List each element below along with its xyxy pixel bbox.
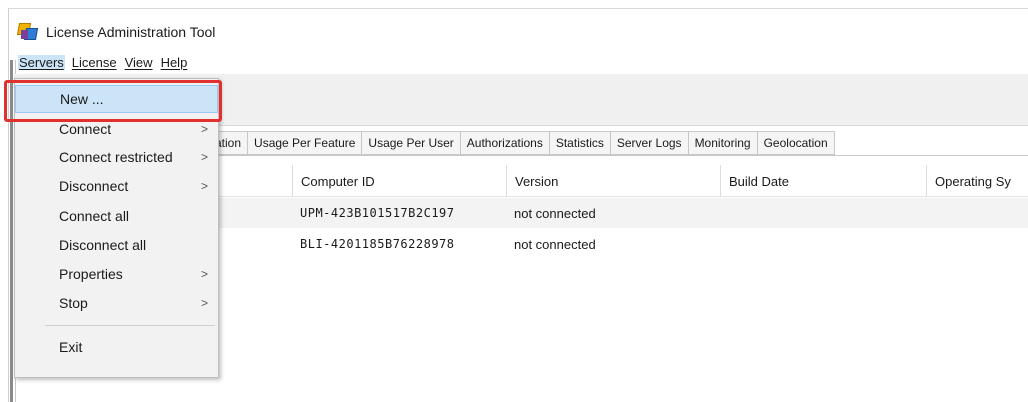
title-bar: License Administration Tool	[16, 20, 216, 44]
menu-item-connect-all[interactable]: Connect all	[15, 202, 218, 230]
table-cell-version: not connected	[514, 205, 596, 221]
menu-bar: Servers License View Help	[14, 52, 188, 72]
menu-help[interactable]: Help	[160, 55, 189, 70]
menu-item-label: Properties	[59, 266, 123, 282]
menu-separator	[45, 325, 215, 326]
menu-item-connect-restricted[interactable]: Connect restricted >	[15, 143, 218, 171]
tab-usage-per-user[interactable]: Usage Per User	[362, 131, 461, 155]
menu-item-label: Connect	[59, 121, 112, 137]
menu-item-label: Stop	[59, 295, 88, 311]
table-cell-version: not connected	[514, 236, 596, 252]
menu-item-exit[interactable]: Exit	[15, 333, 218, 361]
menu-item-label: Exit	[59, 339, 83, 355]
app-logo-icon	[16, 23, 39, 41]
tab-strip: ation Usage Per Feature Usage Per User A…	[208, 131, 835, 155]
servers-menu: New ... Connect > Connect restricted > D…	[14, 78, 219, 378]
table-cell-operating-system	[926, 229, 1028, 259]
menu-view[interactable]: View	[124, 55, 154, 70]
tab-statistics[interactable]: Statistics	[549, 131, 611, 155]
submenu-arrow-icon: >	[200, 296, 208, 310]
menu-item-disconnect[interactable]: Disconnect >	[15, 172, 218, 200]
highlight-callout-box	[4, 80, 222, 122]
window-title: License Administration Tool	[46, 24, 216, 40]
menu-item-label: Disconnect	[59, 178, 129, 194]
menu-item-stop[interactable]: Stop >	[15, 289, 218, 317]
tab-geolocation[interactable]: Geolocation	[757, 131, 835, 155]
menu-item-disconnect-all[interactable]: Disconnect all	[15, 231, 218, 259]
column-header-build-date[interactable]: Build Date	[720, 165, 926, 197]
menu-item-label: Connect restricted	[59, 149, 173, 165]
table-cell-computer-id: BLI-4201185B76228978	[300, 237, 455, 251]
table-cell-computer-id: UPM-423B101517B2C197	[300, 206, 455, 220]
submenu-arrow-icon: >	[200, 122, 208, 136]
menu-item-properties[interactable]: Properties >	[15, 260, 218, 288]
column-header-version[interactable]: Version	[506, 165, 720, 197]
tab-monitoring[interactable]: Monitoring	[688, 131, 758, 155]
tab-authorizations[interactable]: Authorizations	[460, 131, 550, 155]
menu-item-label: Disconnect all	[59, 237, 147, 253]
table-cell-build-date	[720, 198, 926, 228]
table-cell-operating-system	[926, 198, 1028, 228]
menu-license[interactable]: License	[71, 55, 118, 70]
menu-servers[interactable]: Servers	[18, 54, 65, 70]
column-header-operating-system[interactable]: Operating Sy	[926, 165, 1028, 197]
menu-item-label: Connect all	[59, 208, 130, 224]
submenu-arrow-icon: >	[200, 179, 208, 193]
table-cell-build-date	[720, 229, 926, 259]
column-header-computer-id[interactable]: Computer ID	[292, 165, 506, 197]
submenu-arrow-icon: >	[200, 150, 208, 164]
tab-usage-per-feature[interactable]: Usage Per Feature	[248, 131, 363, 155]
tab-server-logs[interactable]: Server Logs	[610, 131, 689, 155]
submenu-arrow-icon: >	[200, 267, 208, 281]
